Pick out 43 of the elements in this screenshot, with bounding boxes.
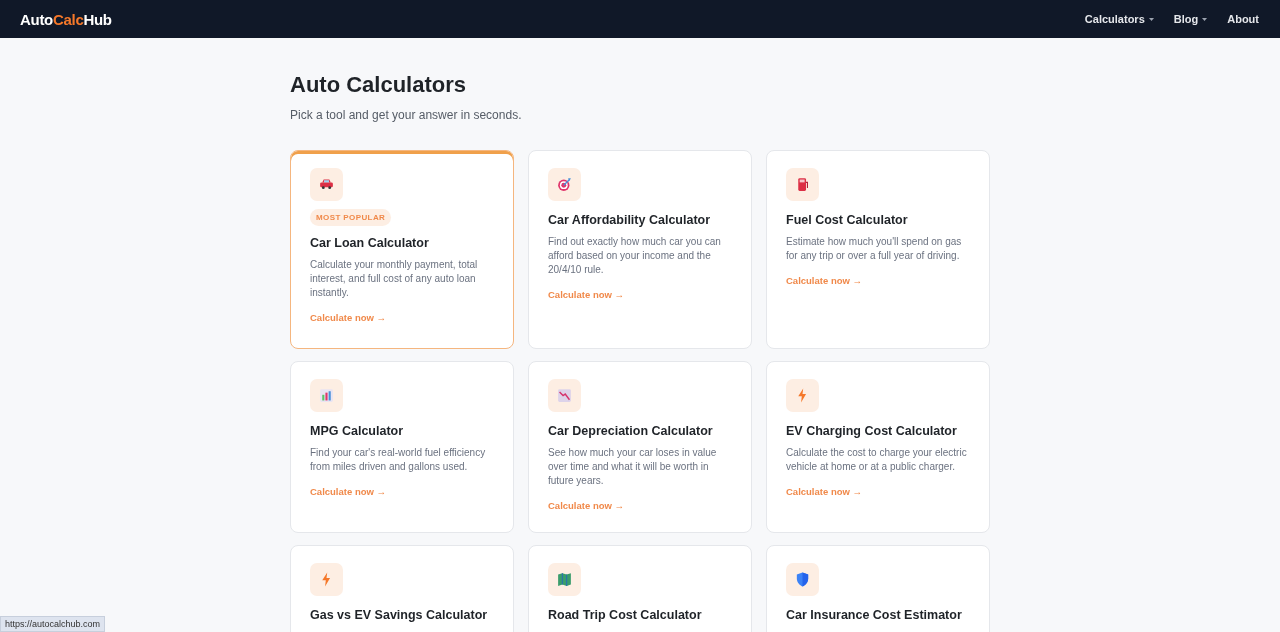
map-icon — [548, 563, 581, 596]
card-description: Find your car's real-world fuel efficiency from miles driven and gallons used. — [310, 446, 487, 474]
fuel-pump-icon — [786, 168, 819, 201]
page-subtitle: Pick a tool and get your answer in seconds. — [290, 108, 523, 122]
card-title: Car Affordability Calculator — [548, 213, 711, 227]
card-title: Fuel Cost Calculator — [786, 213, 908, 227]
card-description: Estimate how much you'll spend on gas for any trip or over a full year of driving. — [786, 235, 963, 263]
status-url: https://autocalchub.com — [0, 616, 106, 632]
popular-badge: MOST POPULAR — [310, 209, 392, 226]
car-icon — [310, 168, 343, 201]
calculator-card[interactable]: Car Insurance Cost Estimator — [766, 545, 990, 632]
lightning-bolt-icon — [310, 563, 343, 596]
lightning-bolt-icon — [786, 379, 819, 412]
site-logo[interactable]: AutoCalcHub — [20, 10, 112, 28]
card-title: Gas vs EV Savings Calculator — [310, 608, 488, 622]
calculator-card[interactable]: Road Trip Cost Calculator — [528, 545, 752, 632]
card-title: Road Trip Cost Calculator — [548, 608, 702, 622]
card-title: Car Insurance Cost Estimator — [786, 608, 962, 622]
card-title: MPG Calculator — [310, 424, 404, 438]
shield-icon — [786, 563, 819, 596]
nav-link[interactable]: Calculators — [1084, 13, 1154, 25]
card-description: See how much your car loses in value over time and what it will be worth in future years. — [548, 446, 718, 488]
card-description: Find out exactly how much car you can afford based on your income and the 20/4/10 rule. — [548, 235, 722, 277]
target-icon — [548, 168, 581, 201]
calculator-card[interactable]: MPG Calculator Find your car's real-world fuel efficiency from miles driven and gallons used. Calculate now → — [290, 361, 514, 533]
caret-icon — [1148, 17, 1154, 21]
calculator-card[interactable]: Car Depreciation Calculator See how much your car loses in value over time and what it will be worth in future years. Calculate now → — [528, 361, 752, 533]
nav-link[interactable]: About — [1227, 13, 1259, 25]
bar-chart-icon — [310, 379, 343, 412]
calculator-card[interactable]: Car Affordability Calculator Find out exactly how much car you can afford based on your income and the 20/4/10 rule. Calculate now → — [528, 150, 752, 349]
nav-link[interactable]: Blog — [1173, 13, 1208, 25]
card-description: Calculate the cost to charge your electric vehicle at home or at a public charger. — [786, 446, 968, 474]
calculator-card[interactable]: Gas vs EV Savings Calculator — [290, 545, 514, 632]
card-description: Calculate your monthly payment, total interest, and full cost of any auto loan instantly. — [310, 258, 479, 300]
calculator-card[interactable]: MOST POPULAR Car Loan Calculator Calculate your monthly payment, total interest, and full cost of any auto loan instantly. Calculate now → — [290, 150, 514, 349]
card-title: Car Depreciation Calculator — [548, 424, 713, 438]
card-title: EV Charging Cost Calculator — [786, 424, 957, 438]
calculator-card[interactable]: Fuel Cost Calculator Estimate how much you'll spend on gas for any trip or over a full year of driving. Calculate now → — [766, 150, 990, 349]
caret-icon — [1202, 17, 1208, 21]
card-title: Car Loan Calculator — [310, 236, 429, 250]
page-title: Auto Calculators — [290, 72, 468, 98]
declining-chart-icon — [548, 379, 581, 412]
calculator-card[interactable]: EV Charging Cost Calculator Calculate the cost to charge your electric vehicle at home or at a public charger. Calculate now → — [766, 361, 990, 533]
